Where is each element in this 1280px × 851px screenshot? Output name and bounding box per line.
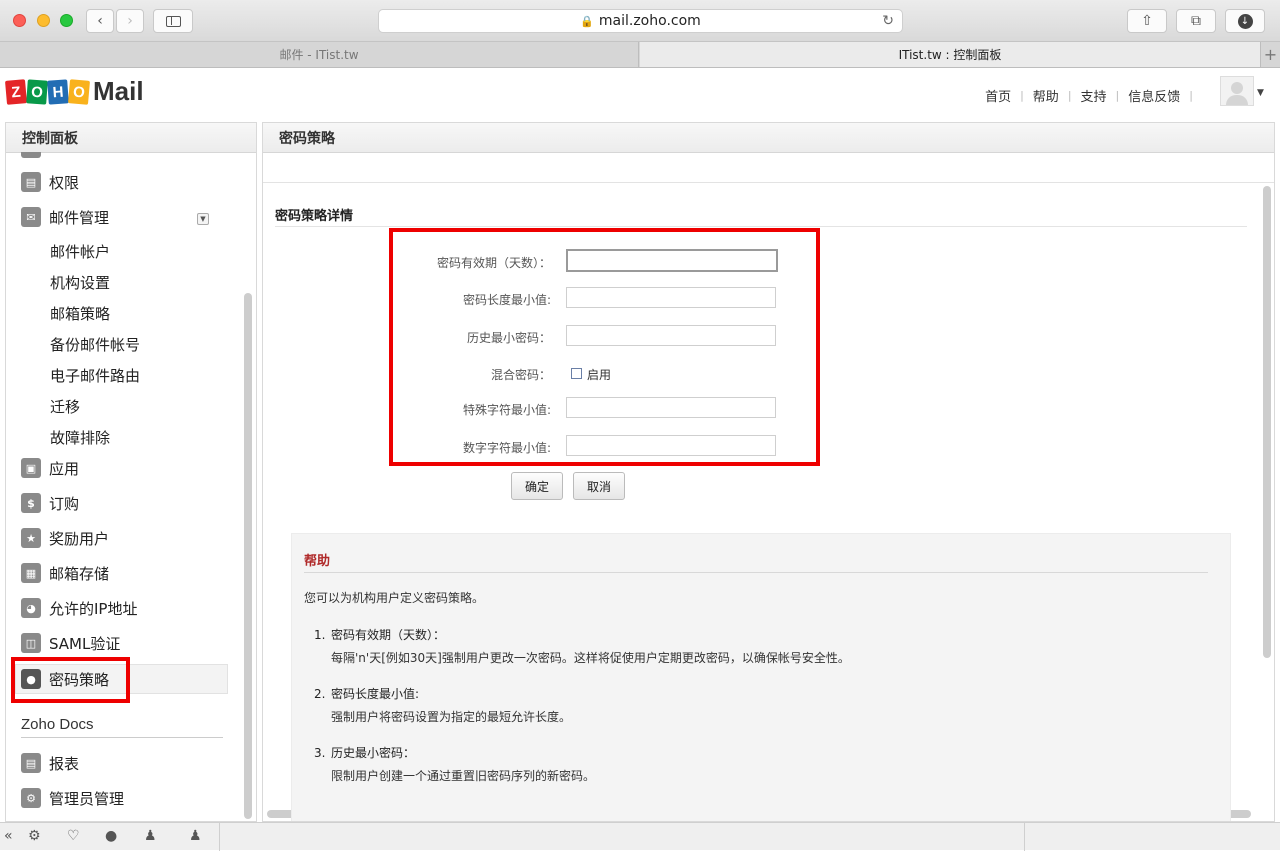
partial-menu-icon (21, 152, 41, 158)
user-icon[interactable]: ♟ (189, 828, 202, 844)
help-panel: 帮助 您可以为机构用户定义密码策略。 1. 密码有效期（天数）： 每隔'n'天[例… (291, 533, 1231, 821)
lock-icon: 🔒 (580, 14, 594, 28)
cancel-button[interactable]: 取消 (573, 472, 625, 500)
chevron-down-icon[interactable]: ▼ (1257, 88, 1264, 98)
sidebar-subitem-troubleshooting[interactable]: 故障排除 (50, 427, 110, 448)
logo-letter-o2: O (67, 78, 91, 105)
collapse-icon[interactable]: « (4, 828, 13, 844)
sidebar-scrollbar[interactable] (244, 293, 252, 819)
sidebar-item-subscription[interactable]: $ 订购 (21, 488, 79, 518)
bell-icon[interactable]: ♡ (67, 828, 80, 844)
nav-feedback[interactable]: 信息反馈 (1128, 86, 1180, 105)
app-icon: ▣ (21, 458, 41, 478)
mail-icon: ✉ (21, 207, 41, 227)
page-title: 密码策略 (263, 123, 1274, 153)
sidebar-subitem-org-settings[interactable]: 机构设置 (50, 272, 110, 293)
main-panel: 密码策略 密码策略详情 密码有效期（天数）： 密码长度最小值: 历史最小密码： … (262, 122, 1275, 822)
sidebar-subitem-migration[interactable]: 迁移 (50, 396, 80, 417)
tabs-icon: ⧉ (1191, 13, 1201, 29)
help-item-title: 3. 历史最小密码： (314, 746, 416, 760)
share-icon: ⇧ (1141, 13, 1153, 29)
avatar[interactable] (1220, 76, 1254, 106)
sidebar-item-admin-management[interactable]: ⚙ 管理员管理 (21, 783, 124, 813)
divider (304, 572, 1208, 573)
fullscreen-window-button[interactable] (60, 14, 73, 27)
address-bar[interactable]: 🔒 mail.zoho.com ↻ (378, 9, 903, 33)
contacts-icon[interactable]: ♟ (144, 828, 157, 844)
sidebar-subitem-email-routing[interactable]: 电子邮件路由 (50, 365, 140, 386)
divider (21, 737, 223, 738)
forward-button[interactable]: › (116, 9, 144, 33)
help-item-desc: 每隔'n'天[例如30天]强制用户更改一次密码。这样将促使用户定期更改密码，以确… (331, 651, 850, 665)
sidebar-item-allowed-ip[interactable]: ◕ 允许的IP地址 (21, 593, 137, 623)
sidebar-item-apps[interactable]: ▣ 应用 (21, 453, 79, 483)
logo-letter-z: Z (4, 78, 28, 105)
dollar-icon: $ (21, 493, 41, 513)
sidebar-item-reports[interactable]: ▤ 报表 (21, 748, 79, 778)
sidebar-item-permissions[interactable]: ▤ 权限 (21, 167, 79, 197)
share-button[interactable]: ⇧ (1127, 9, 1167, 33)
admin-icon: ⚙ (21, 788, 41, 808)
tab-mail[interactable]: 邮件 - ITist.tw (0, 42, 639, 67)
logo-letter-h: H (47, 78, 69, 105)
highlight-annotation-form (389, 228, 820, 466)
browser-toolbar: ‹ › 🔒 mail.zoho.com ↻ ⇧ ⧉ ↓ (0, 0, 1280, 42)
logo-text: Mail (93, 76, 144, 106)
sidebar-item-mail-management[interactable]: ✉ 邮件管理 (21, 202, 109, 232)
sidebar-toggle-button[interactable] (153, 9, 193, 33)
help-intro: 您可以为机构用户定义密码策略。 (304, 591, 485, 605)
close-window-button[interactable] (13, 14, 26, 27)
tab-bar: 邮件 - ITist.tw ITist.tw : 控制面板 + (0, 42, 1280, 68)
document-icon: ▤ (21, 172, 41, 192)
storage-icon: ▦ (21, 563, 41, 583)
help-title: 帮助 (304, 554, 331, 569)
sidebar-subitem-mailbox-policy[interactable]: 邮箱策略 (50, 303, 110, 324)
reload-icon[interactable]: ↻ (882, 13, 894, 29)
new-tab-icon[interactable]: + (1260, 42, 1280, 67)
chevron-right-icon: › (127, 13, 133, 29)
tabs-overview-button[interactable]: ⧉ (1176, 9, 1216, 33)
help-item-title: 1. 密码有效期（天数）： (314, 628, 446, 642)
url-text: mail.zoho.com (598, 13, 701, 29)
sidebar-icon (165, 15, 181, 27)
bottom-bar: « ⚙ ♡ ● ♟ ♟ (0, 822, 1280, 851)
sidebar-title: 控制面板 (6, 123, 256, 153)
chat-bubble-icon[interactable]: ● (105, 828, 117, 844)
nav-home[interactable]: 首页 (985, 86, 1011, 105)
report-icon: ▤ (21, 753, 41, 773)
download-icon: ↓ (1237, 13, 1253, 29)
nav-support[interactable]: 支持 (1081, 86, 1107, 105)
sidebar-item-reward-users[interactable]: ★ 奖励用户 (21, 523, 109, 553)
globe-icon: ◕ (21, 598, 41, 618)
zoho-mail-logo[interactable]: Z O H O Mail (4, 76, 144, 107)
top-nav: 首页 | 帮助 | 支持 | 信息反馈 | (985, 86, 1202, 105)
sidebar-section-zoho-docs: Zoho Docs (21, 716, 94, 733)
ok-button[interactable]: 确定 (511, 472, 563, 500)
sidebar-item-mailbox-storage[interactable]: ▦ 邮箱存储 (21, 558, 109, 588)
chevron-down-icon[interactable]: ▼ (197, 213, 209, 225)
nav-help[interactable]: 帮助 (1033, 86, 1059, 105)
sidebar-subitem-mail-accounts[interactable]: 邮件帐户 (50, 241, 110, 262)
monitor-icon: ◫ (21, 633, 41, 653)
highlight-annotation-sidebar (11, 657, 130, 703)
chevron-left-icon: ‹ (97, 13, 103, 29)
divider (275, 226, 1247, 227)
help-item-desc: 限制用户创建一个通过重置旧密码序列的新密码。 (331, 769, 596, 783)
help-item-title: 2. 密码长度最小值: (314, 687, 420, 701)
minimize-window-button[interactable] (37, 14, 50, 27)
sidebar-subitem-backup-accounts[interactable]: 备份邮件帐号 (50, 334, 140, 355)
logo-letter-o1: O (26, 78, 48, 105)
reward-icon: ★ (21, 528, 41, 548)
back-button[interactable]: ‹ (86, 9, 114, 33)
chat-settings-icon[interactable]: ⚙ (28, 828, 41, 844)
main-scrollbar[interactable] (1263, 186, 1271, 658)
help-item-desc: 强制用户将密码设置为指定的最短允许长度。 (331, 710, 572, 724)
tab-control-panel[interactable]: ITist.tw : 控制面板 (640, 42, 1260, 67)
section-title: 密码策略详情 (275, 209, 354, 224)
sidebar-item-saml[interactable]: ◫ SAML验证 (21, 628, 120, 658)
downloads-button[interactable]: ↓ (1225, 9, 1265, 33)
